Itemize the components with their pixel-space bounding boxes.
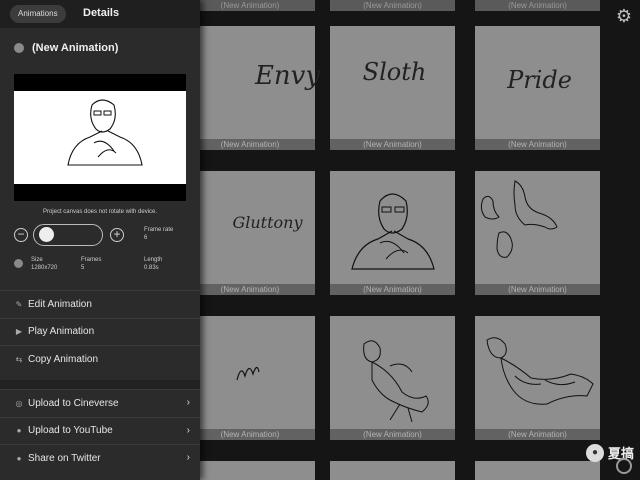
animation-tile[interactable]: (New Animation) (475, 171, 600, 308)
tile-caption: (New Animation) (185, 139, 315, 150)
tile-caption-strip: (New Animation) (330, 0, 455, 11)
length-stat: Length 0.83s (144, 257, 163, 271)
panel-title: Details (83, 7, 120, 19)
share-menu: ◎ Upload to Cineverse › ● Upload to YouT… (0, 389, 200, 472)
animation-tile[interactable]: Sloth (New Animation) (330, 26, 455, 163)
play-animation-item[interactable]: ▶ Play Animation (0, 317, 200, 346)
youtube-icon: ● (16, 426, 22, 436)
menu-item-label: Upload to YouTube (28, 425, 113, 437)
panel-header: Animations Details (0, 0, 200, 28)
wechat-icon: ● (585, 443, 604, 462)
tile-title: Gluttony (232, 213, 303, 232)
animation-icon (14, 43, 24, 53)
tile-caption: (New Animation) (475, 429, 600, 440)
size-stat: Size 1280x720 (31, 257, 58, 271)
animation-menu: ✎ Edit Animation ▶ Play Animation ⇆ Copy… (0, 290, 200, 373)
frame-rate-value: 6 (144, 235, 148, 241)
figure-sketch (363, 340, 429, 423)
cineverse-icon: ◎ (15, 398, 23, 408)
scribble-sketch (236, 366, 260, 381)
menu-item-label: Copy Animation (28, 353, 99, 365)
animation-tile[interactable]: Gluttony (New Animation) (185, 171, 315, 308)
animation-tile[interactable]: (New Animation) (330, 171, 455, 308)
animation-tile[interactable]: (New Animation) (185, 316, 315, 453)
animation-preview[interactable] (14, 74, 186, 201)
tile-title: Pride (507, 66, 572, 94)
tile-caption-strip: (New Animation) (475, 0, 600, 11)
menu-item-label: Upload to Cineverse (28, 397, 119, 409)
menu-item-label: Share on Twitter (28, 452, 101, 464)
chevron-right-icon: › (186, 397, 190, 408)
preview-sketch (67, 99, 143, 166)
animation-tile[interactable] (185, 461, 315, 480)
animation-tile[interactable]: (New Animation) (475, 316, 600, 453)
animation-name[interactable]: (New Animation) (32, 42, 118, 54)
animation-stats: Size 1280x720 Frames 5 Length 0.83s (14, 256, 200, 276)
chevron-right-icon: › (186, 424, 190, 436)
twitter-icon: ● (16, 453, 22, 463)
tile-caption: (New Animation) (330, 139, 455, 150)
tile-caption: (New Animation) (475, 284, 600, 295)
gear-icon[interactable]: ⚙ (612, 4, 636, 28)
increase-frame-rate-button[interactable]: + (110, 228, 124, 242)
frame-rate-controls: − + Frame rate 6 (14, 224, 200, 246)
menu-item-label: Edit Animation (28, 298, 92, 310)
tile-caption: (New Animation) (475, 139, 600, 150)
chevron-right-icon: › (186, 452, 190, 463)
decrease-frame-rate-button[interactable]: − (14, 228, 28, 242)
portrait-sketch (351, 193, 435, 270)
pencil-icon: ✎ (15, 299, 23, 309)
upload-youtube-item[interactable]: ● Upload to YouTube › (0, 416, 200, 445)
animation-tile[interactable] (330, 461, 455, 480)
frame-rate-label: Frame rate (144, 227, 174, 233)
figure-sketch (486, 337, 594, 405)
tile-caption: (New Animation) (330, 284, 455, 295)
edit-animation-item[interactable]: ✎ Edit Animation (0, 290, 200, 318)
share-twitter-item[interactable]: ● Share on Twitter › (0, 444, 200, 472)
animations-back-button[interactable]: Animations (10, 5, 66, 23)
tile-caption: (New Animation) (330, 429, 455, 440)
info-icon (14, 259, 23, 268)
animation-title-row: (New Animation) (14, 42, 118, 54)
slider-knob[interactable] (39, 227, 54, 242)
animation-tile[interactable]: Pride (New Animation) (475, 26, 600, 163)
menu-item-label: Play Animation (28, 326, 95, 338)
frame-rate-slider[interactable] (33, 224, 103, 246)
tile-caption-strip: (New Animation) (185, 0, 315, 11)
rotation-note: Project canvas does not rotate with devi… (42, 209, 158, 215)
animation-tile[interactable]: Envy (New Animation) (185, 26, 320, 163)
frames-stat: Frames 5 (81, 257, 102, 271)
cats-sketch (480, 180, 558, 258)
animation-tile[interactable]: (New Animation) (330, 316, 455, 453)
tile-caption: (New Animation) (185, 284, 315, 295)
copy-animation-item[interactable]: ⇆ Copy Animation (0, 345, 200, 373)
copy-icon: ⇆ (15, 354, 23, 364)
frame-rate-info: Frame rate 6 (144, 226, 173, 242)
swirl-icon[interactable] (616, 458, 632, 474)
tile-caption: (New Animation) (185, 429, 315, 440)
animation-tile[interactable] (475, 461, 600, 480)
tile-title: Sloth (362, 58, 427, 86)
details-panel: Animations Details (New Animation) Proje… (0, 0, 200, 480)
upload-cineverse-item[interactable]: ◎ Upload to Cineverse › (0, 389, 200, 417)
play-icon: ▶ (15, 327, 23, 337)
